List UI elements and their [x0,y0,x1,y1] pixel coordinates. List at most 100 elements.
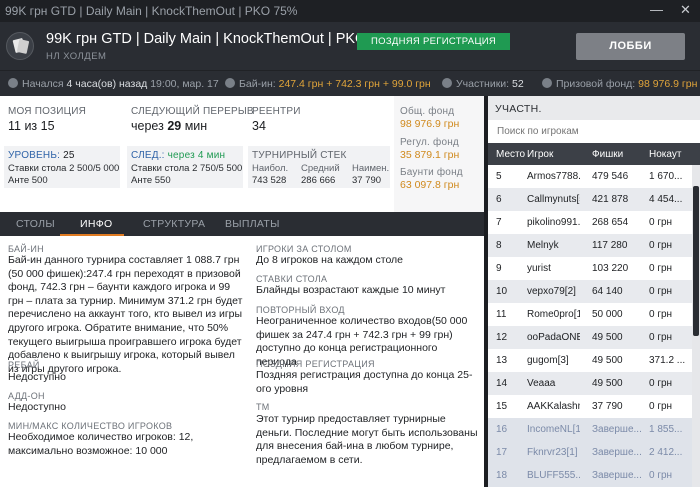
stack-min-value: 37 790 [352,175,382,186]
stack-min-label: Наимен. [352,163,390,174]
participant-place: 9 [496,263,502,274]
participant-row[interactable]: 10 vepxo79[2] 64 140 0 грн [488,280,692,303]
prize-info: Призовой фонд: 98 976.9 грн [542,78,697,90]
participant-chips: 64 140 [592,286,623,297]
participants-scroll-thumb[interactable] [693,186,699,336]
player-search-input[interactable] [488,120,700,142]
rebuy-section-title: РЕБАЙ [8,360,40,370]
participant-place: 17 [496,447,508,458]
chips-icon [225,78,235,88]
lobby-button[interactable]: ЛОББИ [576,33,685,60]
participant-row[interactable]: 15 AAKKalashn... 37 790 0 грн [488,395,692,418]
participants-header: УЧАСТН. [488,96,700,120]
bounty-pool-value: 63 097.8 грн [400,179,460,191]
next-level-box: СЛЕД.: через 4 мин Ставки стола 2 750/5 … [127,146,243,188]
participant-place: 6 [496,194,502,205]
tournament-infobar: Начался 4 часа(ов) назад 19:00, мар. 17 … [0,70,700,96]
participant-knockout: 1 670... [649,171,683,182]
participant-row[interactable]: 12 ooPadaONE... 49 500 0 грн [488,326,692,349]
participant-row[interactable]: 11 Rome0pro[1] 50 000 0 грн [488,303,692,326]
minimize-button[interactable]: — [650,2,663,17]
regular-pool-value: 35 879.1 грн [400,149,460,161]
participant-name: ooPadaONE... [527,332,580,343]
participant-place: 10 [496,286,508,297]
participant-knockout: 1 855... [649,424,683,435]
players-info: Участники: 52 [442,78,524,90]
participant-chips: Заверше... [592,447,642,458]
participant-chips: 49 500 [592,332,623,343]
table-players-text: До 8 игроков на каждом столе [256,254,404,266]
participant-knockout: 371.2 ... [649,355,686,366]
game-type: НЛ ХОЛДЕМ [46,51,107,62]
stakes-section-text: Блайнды возрастают каждые 10 минут [256,284,446,296]
tab-info[interactable]: ИНФО [80,218,112,230]
clock-icon [8,78,18,88]
participant-name: AAKKalashn... [527,401,580,412]
participants-columns: Место Игрок Фишки Нокаут [488,143,700,165]
participant-row[interactable]: 17 Fknrvr23[1] Заверше... 2 412... [488,441,692,464]
tm-section-title: ТМ [256,402,270,412]
started-info: Начался 4 часа(ов) назад 19:00, мар. 17 [8,78,219,90]
stack-title: ТУРНИРНЫЙ СТЕК [252,150,347,161]
tab-tables[interactable]: СТОЛЫ [16,218,55,230]
stats-panel: МОЯ ПОЗИЦИЯ 11 из 15 СЛЕДУЮЩИЙ ПЕРЕРЫВ ч… [0,96,484,212]
stack-max-value: 743 528 [252,175,287,186]
participant-place: 7 [496,217,502,228]
tournament-stack-box: ТУРНИРНЫЙ СТЕК Наибол. 743 528 Средний 2… [248,146,390,188]
prize-pools: Общ. фонд 98 976.9 грн Регул. фонд 35 87… [394,96,484,212]
participant-place: 5 [496,171,502,182]
participant-name: Veaaa [527,378,556,389]
column-chips[interactable]: Фишки [592,149,623,160]
players-icon [442,78,452,88]
participant-row[interactable]: 14 Veaaa 49 500 0 грн [488,372,692,395]
window-titlebar: 99K грн GTD | Daily Main | KnockThemOut … [0,0,700,22]
buyin-section-title: БАЙ-ИН [8,244,44,254]
poker-cards-icon [6,32,34,60]
column-place[interactable]: Место [496,149,525,160]
level-ante: Анте 500 [8,175,48,186]
my-position-value: 11 из 15 [8,119,55,133]
participant-row[interactable]: 6 Callmynuts[5] 421 878 4 454... [488,188,692,211]
reentry-section-title: ПОВТОРНЫЙ ВХОД [256,305,345,315]
level-box: УРОВЕНЬ: 25 Ставки стола 2 500/5 000 Ант… [4,146,120,188]
my-position-label: МОЯ ПОЗИЦИЯ [8,106,87,117]
reentry-label: РЕЕНТРИ [252,106,301,117]
participant-row[interactable]: 5 Armos7788... 479 546 1 670... [488,165,692,188]
participant-chips: 268 654 [592,217,629,228]
close-button[interactable]: ✕ [680,2,691,18]
tournament-header: 99K грн GTD | Daily Main | KnockThemOut … [0,22,700,70]
participant-name: vepxo79[2] [527,286,576,297]
column-knockout[interactable]: Нокаут [649,149,681,160]
participant-row[interactable]: 8 Melnyk 117 280 0 грн [488,234,692,257]
participant-row[interactable]: 9 yurist 103 220 0 грн [488,257,692,280]
buyin-section-text: Бай-ин данного турнира составляет 1 088.… [8,254,243,375]
column-player[interactable]: Игрок [527,149,553,160]
participant-knockout: 2 412... [649,447,683,458]
late-reg-section-title: ПОЗДНЯЯ РЕГИСТРАЦИЯ [256,359,375,369]
participant-place: 8 [496,240,502,251]
tab-payouts[interactable]: ВЫПЛАТЫ [225,218,280,230]
participant-knockout: 0 грн [649,401,673,412]
participant-chips: 117 280 [592,240,628,251]
participant-chips: Заверше... [592,424,642,435]
participant-place: 14 [496,378,508,389]
stack-avg-label: Средний [301,163,340,174]
tournament-title: 99K грн GTD | Daily Main | KnockThemOut … [46,31,400,47]
participant-name: Rome0pro[1] [527,309,580,320]
participants-panel: УЧАСТН. Место Игрок Фишки Нокаут 5 Armos7… [486,96,700,487]
stack-avg-value: 286 666 [301,175,336,186]
participant-row[interactable]: 13 gugom[3] 49 500 371.2 ... [488,349,692,372]
participant-name: yurist [527,263,551,274]
participant-row[interactable]: 16 IncomeNL[1] Заверше... 1 855... [488,418,692,441]
trophy-icon [542,78,552,88]
window-title: 99K грн GTD | Daily Main | KnockThemOut … [5,4,298,18]
total-pool-label: Общ. фонд [400,106,455,117]
participant-row[interactable]: 18 BLUFF555... Заверше... 0 грн [488,464,692,487]
participant-place: 16 [496,424,508,435]
participant-knockout: 0 грн [649,240,673,251]
reentry-value: 34 [252,119,266,133]
participant-knockout: 0 грн [649,286,673,297]
participant-row[interactable]: 7 pikolino991... 268 654 0 грн [488,211,692,234]
tab-structure[interactable]: СТРУКТУРА [143,218,205,230]
rebuy-section-text: Недоступно [8,371,66,383]
